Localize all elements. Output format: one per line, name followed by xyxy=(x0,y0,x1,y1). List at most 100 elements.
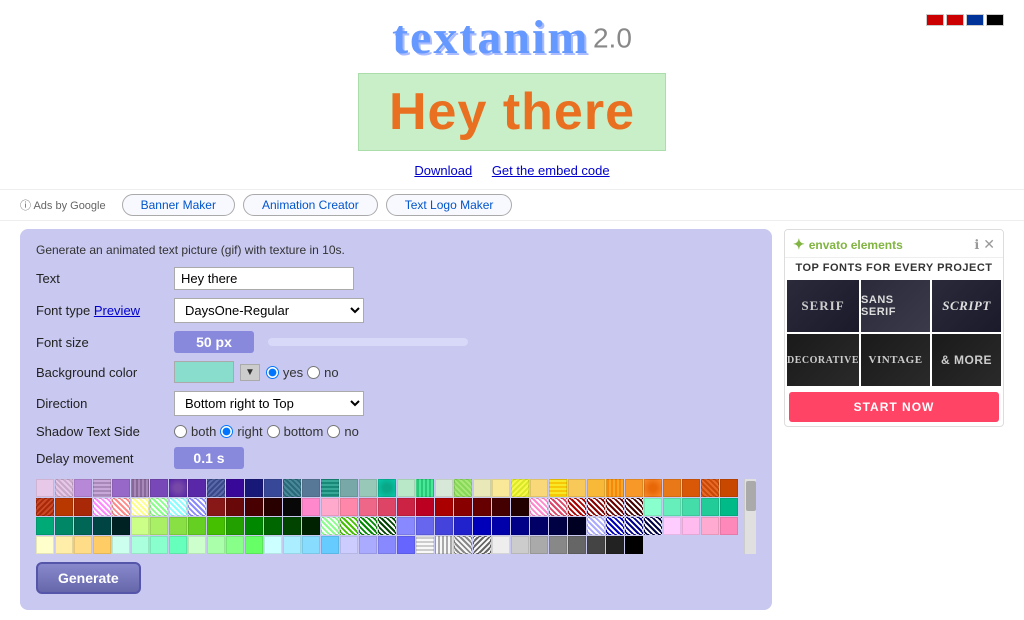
texture-cell[interactable] xyxy=(416,498,434,516)
texture-cell[interactable] xyxy=(644,498,662,516)
texture-cell[interactable] xyxy=(207,517,225,535)
texture-cell[interactable] xyxy=(454,517,472,535)
texture-cell[interactable] xyxy=(93,536,111,554)
texture-cell[interactable] xyxy=(74,498,92,516)
texture-cell[interactable] xyxy=(416,479,434,497)
texture-cell[interactable] xyxy=(397,536,415,554)
texture-cell[interactable] xyxy=(131,479,149,497)
texture-cell[interactable] xyxy=(283,479,301,497)
texture-cell[interactable] xyxy=(283,498,301,516)
texture-cell[interactable] xyxy=(226,536,244,554)
texture-cell[interactable] xyxy=(454,498,472,516)
texture-cell[interactable] xyxy=(435,498,453,516)
text-input[interactable] xyxy=(174,267,354,290)
ad-decorative-cell[interactable]: DECORATIVE xyxy=(787,334,859,386)
texture-cell[interactable] xyxy=(492,536,510,554)
texture-cell[interactable] xyxy=(207,498,225,516)
texture-cell[interactable] xyxy=(587,479,605,497)
texture-cell[interactable] xyxy=(359,536,377,554)
texture-cell[interactable] xyxy=(245,498,263,516)
texture-cell[interactable] xyxy=(549,536,567,554)
texture-cell[interactable] xyxy=(150,479,168,497)
texture-cell[interactable] xyxy=(264,479,282,497)
texture-cell[interactable] xyxy=(416,517,434,535)
font-type-select[interactable]: DaysOne-Regular Arial Verdana Times New … xyxy=(174,298,364,323)
texture-cell[interactable] xyxy=(644,479,662,497)
texture-cell[interactable] xyxy=(264,498,282,516)
texture-cell[interactable] xyxy=(188,536,206,554)
texture-cell[interactable] xyxy=(169,498,187,516)
texture-cell[interactable] xyxy=(36,498,54,516)
ad-script-cell[interactable]: SCRIPT xyxy=(932,280,1001,332)
banner-maker-btn[interactable]: Banner Maker xyxy=(122,194,235,216)
texture-cell[interactable] xyxy=(720,498,738,516)
ad-serif-cell[interactable]: SERIF xyxy=(787,280,859,332)
texture-cell[interactable] xyxy=(226,517,244,535)
font-preview-link[interactable]: Preview xyxy=(94,303,140,318)
texture-cell[interactable] xyxy=(264,517,282,535)
texture-cell[interactable] xyxy=(473,536,491,554)
texture-cell[interactable] xyxy=(625,536,643,554)
texture-cell[interactable] xyxy=(93,498,111,516)
texture-cell[interactable] xyxy=(112,536,130,554)
texture-cell[interactable] xyxy=(511,479,529,497)
texture-cell[interactable] xyxy=(587,517,605,535)
font-size-slider[interactable] xyxy=(268,338,468,346)
flag-group[interactable] xyxy=(926,14,1004,26)
texture-cell[interactable] xyxy=(359,517,377,535)
texture-cell[interactable] xyxy=(359,479,377,497)
shadow-no-radio[interactable] xyxy=(327,425,340,438)
generate-button[interactable]: Generate xyxy=(36,562,141,594)
flag-es[interactable] xyxy=(946,14,964,26)
texture-cell[interactable] xyxy=(264,536,282,554)
texture-cell[interactable] xyxy=(283,536,301,554)
texture-cell[interactable] xyxy=(131,536,149,554)
texture-cell[interactable] xyxy=(625,479,643,497)
texture-cell[interactable] xyxy=(55,479,73,497)
texture-cell[interactable] xyxy=(606,498,624,516)
texture-cell[interactable] xyxy=(74,479,92,497)
texture-cell[interactable] xyxy=(473,479,491,497)
texture-cell[interactable] xyxy=(188,479,206,497)
texture-cell[interactable] xyxy=(416,536,434,554)
texture-cell[interactable] xyxy=(530,517,548,535)
shadow-both-radio[interactable] xyxy=(174,425,187,438)
texture-cell[interactable] xyxy=(321,498,339,516)
texture-cell[interactable] xyxy=(93,479,111,497)
texture-cell[interactable] xyxy=(682,479,700,497)
texture-cell[interactable] xyxy=(606,536,624,554)
texture-cell[interactable] xyxy=(473,517,491,535)
ad-sans-cell[interactable]: SANS SERIF xyxy=(861,280,930,332)
texture-cell[interactable] xyxy=(625,498,643,516)
texture-cell[interactable] xyxy=(340,498,358,516)
direction-select[interactable]: Bottom right to Top Left to Right Right … xyxy=(174,391,364,416)
texture-cell[interactable] xyxy=(492,479,510,497)
texture-cell[interactable] xyxy=(207,536,225,554)
texture-cell[interactable] xyxy=(568,536,586,554)
texture-cell[interactable] xyxy=(530,479,548,497)
texture-cell[interactable] xyxy=(302,536,320,554)
texture-cell[interactable] xyxy=(321,517,339,535)
texture-cell[interactable] xyxy=(682,517,700,535)
texture-cell[interactable] xyxy=(701,498,719,516)
texture-cell[interactable] xyxy=(226,479,244,497)
texture-cell[interactable] xyxy=(720,517,738,535)
texture-cell[interactable] xyxy=(397,498,415,516)
texture-cell[interactable] xyxy=(36,479,54,497)
texture-cell[interactable] xyxy=(701,517,719,535)
texture-cell[interactable] xyxy=(245,536,263,554)
texture-cell[interactable] xyxy=(283,517,301,535)
texture-cell[interactable] xyxy=(511,536,529,554)
texture-cell[interactable] xyxy=(188,498,206,516)
texture-cell[interactable] xyxy=(150,536,168,554)
texture-cell[interactable] xyxy=(378,517,396,535)
color-picker-arrow[interactable]: ▼ xyxy=(240,364,260,381)
texture-cell[interactable] xyxy=(207,479,225,497)
texture-cell[interactable] xyxy=(169,536,187,554)
texture-cell[interactable] xyxy=(682,498,700,516)
download-link[interactable]: Download xyxy=(414,163,472,178)
ad-start-button[interactable]: START NOW xyxy=(789,392,999,422)
texture-cell[interactable] xyxy=(245,517,263,535)
texture-cell[interactable] xyxy=(131,517,149,535)
texture-cell[interactable] xyxy=(663,479,681,497)
